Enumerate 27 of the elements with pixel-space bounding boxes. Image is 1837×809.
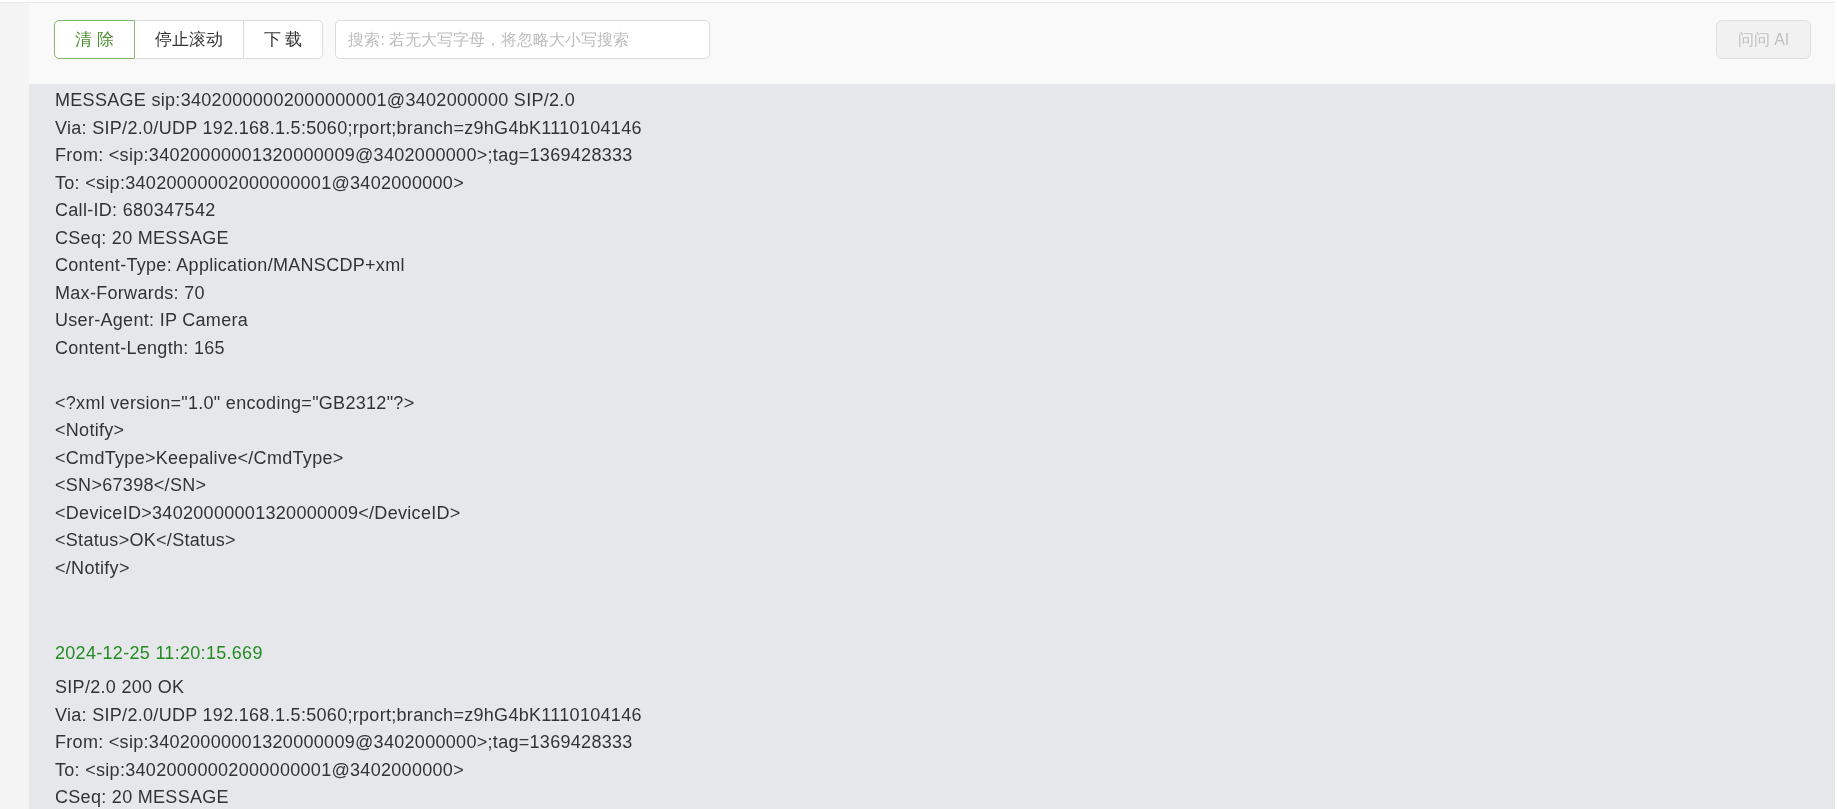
log-line: Via: SIP/2.0/UDP 192.168.1.5:5060;rport;branch=z9hG4bK1110104146 xyxy=(55,116,642,140)
log-line: CSeq: 20 MESSAGE xyxy=(55,226,229,250)
toolbar-button[interactable]: 下 载 xyxy=(242,20,324,59)
toolbar-button[interactable]: 停止滚动 xyxy=(133,20,244,59)
log-line: Max-Forwards: 70 xyxy=(55,281,205,305)
log-line: <Notify> xyxy=(55,419,125,442)
log-line: Call-ID: 680347542 xyxy=(55,199,216,222)
log-line: To: <sip:34020000002000000001@3402000000> xyxy=(55,758,464,782)
toolbar-button[interactable]: 清 除 xyxy=(54,20,135,59)
log-line: User-Agent: IP Camera xyxy=(55,309,249,332)
search-field[interactable]: 搜索: 若无大写字母，将忽略大小写搜索 xyxy=(335,20,711,59)
log-line: To: <sip:34020000002000000001@3402000000> xyxy=(55,171,464,195)
log-line: </Notify> xyxy=(55,556,130,580)
log-line: CSeq: 20 MESSAGE xyxy=(55,786,229,809)
log-line: <CmdType>Keepalive</CmdType> xyxy=(55,446,344,470)
log-line: Content-Length: 165 xyxy=(55,336,225,360)
log-line: <SN>67398</SN> xyxy=(55,474,207,497)
log-line: <?xml version="1.0" encoding="GB2312"?> xyxy=(55,391,415,415)
log-line: SIP/2.0 200 OK xyxy=(55,676,185,699)
log-timestamp: 2024-12-25 11:20:15.669 xyxy=(55,642,263,665)
log-line: <Status>OK</Status> xyxy=(55,529,236,552)
log-line: Via: SIP/2.0/UDP 192.168.1.5:5060;rport;branch=z9hG4bK1110104146 xyxy=(55,703,642,727)
log-line: Content-Type: Application/MANSCDP+xml xyxy=(55,254,405,277)
log-line: From: <sip:34020000001320000009@3402000000>;tag=1369428333 xyxy=(55,731,633,754)
log-line: From: <sip:34020000001320000009@3402000000>;tag=1369428333 xyxy=(55,144,633,167)
log-line: <DeviceID>34020000001320000009</DeviceID> xyxy=(55,501,461,525)
log-line: MESSAGE sip:34020000002000000001@3402000000 SIP/2.0 xyxy=(55,89,575,112)
